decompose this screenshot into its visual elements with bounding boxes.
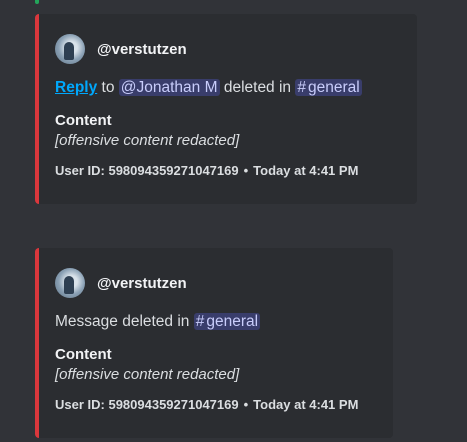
user-id: User ID: 598094359271047169 [55,163,239,178]
content-field-name: Content [55,112,112,129]
user-mention[interactable]: @Jonathan M [118,79,220,96]
embed-description: Reply to @Jonathan M deleted in # general [55,76,401,100]
channel-mention[interactable]: # general [193,313,261,330]
deleted-in-text: deleted in [223,79,292,96]
author-name[interactable]: @verstutzen [97,41,187,58]
channel-hash-icon: # [195,313,205,330]
content-field-value: [offensive content redacted] [55,366,240,383]
avatar-figure [64,276,74,294]
embed-author: @verstutzen [55,268,377,298]
timestamp: Today at 4:41 PM [253,163,359,178]
author-avatar[interactable] [55,34,85,64]
embed-footer: User ID: 598094359271047169 • Today at 4:4… [55,397,377,412]
message-deleted-text: Message deleted in [55,313,190,330]
content-field-name: Content [55,346,112,363]
log-embed-reply-deleted: @verstutzen Reply to @Jonathan M deleted… [35,14,417,204]
previous-embed-accent [35,0,39,4]
channel-hash-icon: # [297,79,306,96]
channel-name: general [206,313,259,330]
timestamp: Today at 4:41 PM [253,397,359,412]
channel-name: general [308,79,360,96]
embed-author: @verstutzen [55,34,401,64]
embed-footer: User ID: 598094359271047169 • Today at 4:4… [55,163,401,178]
footer-separator: • [243,397,249,412]
log-embed-message-deleted: @verstutzen Message deleted in # general … [35,248,393,438]
embed-description: Message deleted in # general [55,310,377,334]
avatar-figure [64,42,74,60]
author-name[interactable]: @verstutzen [97,275,187,292]
user-id: User ID: 598094359271047169 [55,397,239,412]
channel-mention[interactable]: # general [295,79,362,96]
footer-separator: • [243,163,249,178]
content-field-value: [offensive content redacted] [55,132,240,149]
author-avatar[interactable] [55,268,85,298]
to-text: to [101,79,115,96]
reply-link[interactable]: Reply [55,79,97,96]
